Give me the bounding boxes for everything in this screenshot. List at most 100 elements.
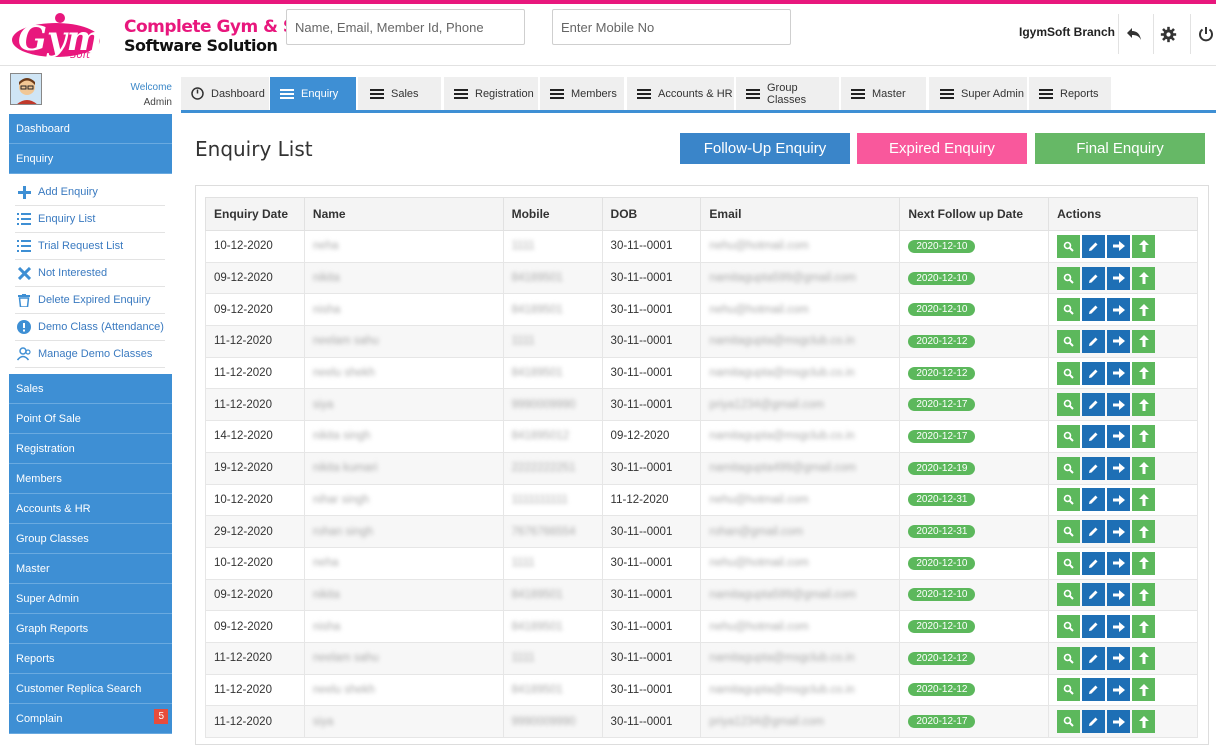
sidebar-item-master[interactable]: Master — [9, 554, 172, 584]
sidebar-item-registration[interactable]: Registration — [9, 434, 172, 464]
follow-up-enquiry-button[interactable]: Follow-Up Enquiry — [680, 133, 850, 164]
view-button[interactable] — [1057, 551, 1081, 575]
column-header[interactable]: Email — [700, 197, 901, 231]
sidebar-sub-add-enquiry[interactable]: Add Enquiry — [15, 179, 165, 206]
tab-enquiry[interactable]: Enquiry — [270, 77, 357, 110]
tab-registration[interactable]: Registration — [444, 77, 539, 110]
tab-master[interactable]: Master — [841, 77, 927, 110]
convert-button[interactable] — [1132, 615, 1156, 639]
sidebar-sub-trial-request-list[interactable]: Trial Request List — [15, 233, 165, 260]
column-header[interactable]: DOB — [601, 197, 702, 231]
tab-dashboard[interactable]: Dashboard — [181, 77, 270, 110]
sidebar-item-customer-replica-search[interactable]: Customer Replica Search — [9, 674, 172, 704]
convert-button[interactable] — [1132, 424, 1156, 448]
convert-button[interactable] — [1132, 710, 1156, 734]
tab-accounts-hr[interactable]: Accounts & HR — [627, 77, 735, 110]
view-button[interactable] — [1057, 520, 1081, 544]
sidebar-item-dashboard[interactable]: Dashboard — [9, 114, 172, 144]
tab-super-admin[interactable]: Super Admin — [929, 77, 1028, 110]
sidebar-sub-demo-class-attendance[interactable]: Demo Class (Attendance) — [15, 314, 165, 341]
view-button[interactable] — [1057, 583, 1081, 607]
sidebar-item-reports[interactable]: Reports — [9, 644, 172, 674]
column-header[interactable]: Name — [303, 197, 504, 231]
expired-enquiry-button[interactable]: Expired Enquiry — [857, 133, 1027, 164]
convert-button[interactable] — [1132, 551, 1156, 575]
edit-button[interactable] — [1082, 488, 1106, 512]
view-button[interactable] — [1057, 424, 1081, 448]
settings-button[interactable] — [1153, 14, 1183, 54]
convert-button[interactable] — [1132, 456, 1156, 480]
convert-button[interactable] — [1132, 329, 1156, 353]
edit-button[interactable] — [1082, 329, 1106, 353]
view-button[interactable] — [1057, 393, 1081, 417]
forward-button[interactable] — [1107, 710, 1131, 734]
view-button[interactable] — [1057, 298, 1081, 322]
view-button[interactable] — [1057, 456, 1081, 480]
tab-reports[interactable]: Reports — [1029, 77, 1112, 110]
edit-button[interactable] — [1082, 424, 1106, 448]
edit-button[interactable] — [1082, 361, 1106, 385]
sidebar-item-complain[interactable]: Complain 5 — [9, 704, 172, 734]
tab-members[interactable]: Members — [540, 77, 625, 110]
sidebar-item-super-admin[interactable]: Super Admin — [9, 584, 172, 614]
forward-button[interactable] — [1107, 361, 1131, 385]
tab-sales[interactable]: Sales — [358, 77, 442, 110]
edit-button[interactable] — [1082, 583, 1106, 607]
column-header[interactable]: Next Follow up Date — [899, 197, 1050, 231]
convert-button[interactable] — [1132, 520, 1156, 544]
forward-button[interactable] — [1107, 520, 1131, 544]
edit-button[interactable] — [1082, 520, 1106, 544]
forward-button[interactable] — [1107, 329, 1131, 353]
convert-button[interactable] — [1132, 266, 1156, 290]
forward-button[interactable] — [1107, 583, 1131, 607]
sidebar-item-members[interactable]: Members — [9, 464, 172, 494]
edit-button[interactable] — [1082, 456, 1106, 480]
edit-button[interactable] — [1082, 298, 1106, 322]
view-button[interactable] — [1057, 266, 1081, 290]
forward-button[interactable] — [1107, 678, 1131, 702]
view-button[interactable] — [1057, 615, 1081, 639]
forward-button[interactable] — [1107, 424, 1131, 448]
edit-button[interactable] — [1082, 266, 1106, 290]
sidebar-item-accounts-hr[interactable]: Accounts & HR — [9, 494, 172, 524]
forward-button[interactable] — [1107, 646, 1131, 670]
back-button[interactable] — [1118, 14, 1148, 54]
convert-button[interactable] — [1132, 234, 1156, 258]
logout-button[interactable] — [1190, 14, 1216, 54]
edit-button[interactable] — [1082, 234, 1106, 258]
convert-button[interactable] — [1132, 298, 1156, 322]
tab-group-classes[interactable]: Group Classes — [736, 77, 840, 110]
sidebar-item-graph-reports[interactable]: Graph Reports — [9, 614, 172, 644]
edit-button[interactable] — [1082, 393, 1106, 417]
column-header[interactable]: Mobile — [502, 197, 603, 231]
view-button[interactable] — [1057, 488, 1081, 512]
sidebar-sub-delete-expired[interactable]: Delete Expired Enquiry — [15, 287, 165, 314]
convert-button[interactable] — [1132, 583, 1156, 607]
sidebar-item-point-of-sale[interactable]: Point Of Sale — [9, 404, 172, 434]
view-button[interactable] — [1057, 646, 1081, 670]
sidebar-sub-manage-demo-classes[interactable]: Manage Demo Classes — [15, 341, 165, 368]
forward-button[interactable] — [1107, 234, 1131, 258]
view-button[interactable] — [1057, 361, 1081, 385]
convert-button[interactable] — [1132, 361, 1156, 385]
edit-button[interactable] — [1082, 710, 1106, 734]
forward-button[interactable] — [1107, 266, 1131, 290]
view-button[interactable] — [1057, 678, 1081, 702]
edit-button[interactable] — [1082, 551, 1106, 575]
sidebar-sub-not-interested[interactable]: Not Interested — [15, 260, 165, 287]
forward-button[interactable] — [1107, 488, 1131, 512]
sidebar-item-group-classes[interactable]: Group Classes — [9, 524, 172, 554]
forward-button[interactable] — [1107, 615, 1131, 639]
forward-button[interactable] — [1107, 298, 1131, 322]
edit-button[interactable] — [1082, 615, 1106, 639]
forward-button[interactable] — [1107, 456, 1131, 480]
convert-button[interactable] — [1132, 678, 1156, 702]
mobile-search-input[interactable] — [552, 9, 791, 45]
sidebar-item-sales[interactable]: Sales — [9, 374, 172, 404]
convert-button[interactable] — [1132, 646, 1156, 670]
final-enquiry-button[interactable]: Final Enquiry — [1035, 133, 1205, 164]
view-button[interactable] — [1057, 329, 1081, 353]
view-button[interactable] — [1057, 234, 1081, 258]
edit-button[interactable] — [1082, 678, 1106, 702]
convert-button[interactable] — [1132, 488, 1156, 512]
